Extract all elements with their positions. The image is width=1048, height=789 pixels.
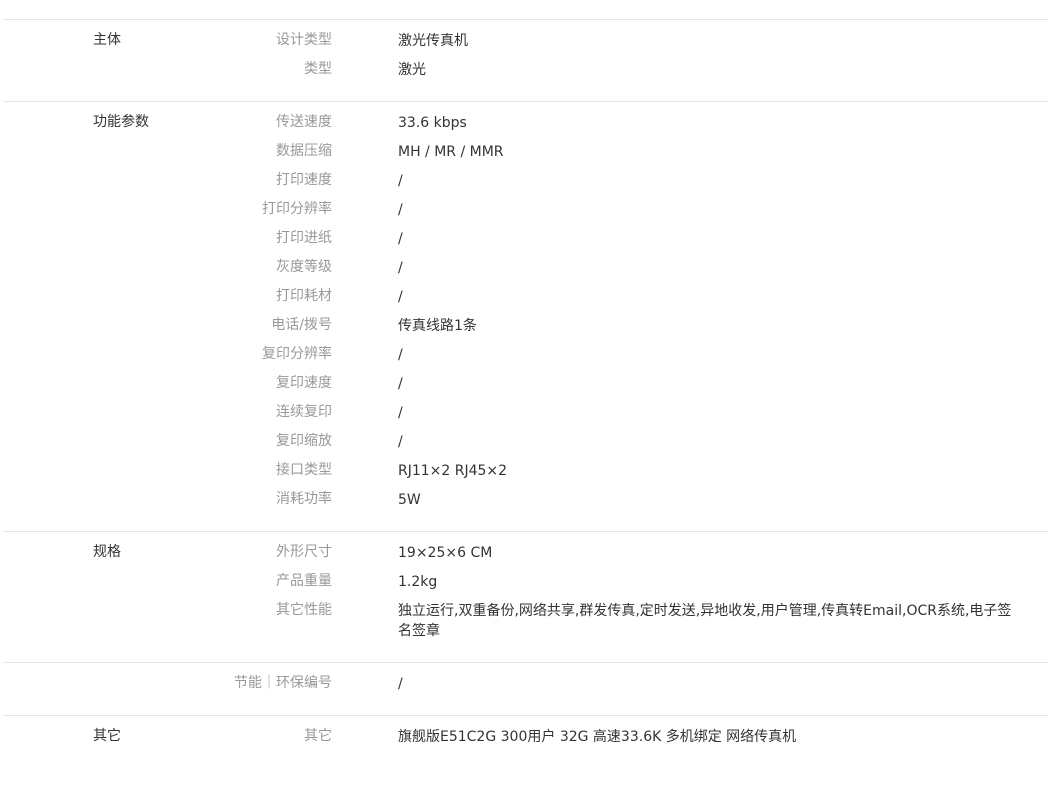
spec-row: 灰度等级 / [3,257,1048,286]
spec-row: 连续复印 / [3,402,1048,431]
spec-group: 规格 外形尺寸 19×25×6 CM 产品重量 1.2kg 其它性能 独立运行,双重备份,网… [3,532,1048,663]
spec-value: 激光 [398,62,426,78]
spec-label: 消耗功率 [276,491,332,507]
spec-label: 其它 [304,728,332,744]
spec-value: / [398,405,403,421]
spec-row: 复印速度 / [3,373,1048,402]
spec-label: 打印速度 [276,172,332,188]
spec-label: 节能｜环保编号 [234,675,332,691]
spec-label: 类型 [304,61,332,77]
spec-label: 电话/拨号 [271,317,332,333]
spec-row: 打印耗材 / [3,286,1048,315]
spec-table: 主体 设计类型 激光传真机 类型 激光 功能参数 传送速度 33.6 kbps 数据压缩 MH /… [0,20,1048,768]
spec-value: / [398,260,403,276]
spec-row: 其它 旗舰版E51C2G 300用户 32G 高速33.6K 多机绑定 网络传真机 [3,726,1048,755]
spec-row: 节能｜环保编号 / [3,673,1048,702]
spec-value: / [398,173,403,189]
spec-group: 其它 其它 旗舰版E51C2G 300用户 32G 高速33.6K 多机绑定 网络传… [3,716,1048,768]
spec-label: 打印耗材 [276,288,332,304]
spec-label: 复印缩放 [276,433,332,449]
spec-row: 其它性能 独立运行,双重备份,网络共享,群发传真,定时发送,异地收发,用户管理,传… [3,600,1048,649]
spec-value: 5W [398,492,421,508]
spec-row: 消耗功率 5W [3,489,1048,518]
spec-value: RJ11×2 RJ45×2 [398,463,508,479]
spec-row: 打印进纸 / [3,228,1048,257]
spec-value: / [398,231,403,247]
spec-value: / [398,676,403,692]
spec-row: 设计类型 激光传真机 [3,30,1048,59]
spec-row: 数据压缩 MH / MR / MMR [3,141,1048,170]
spec-value: / [398,202,403,218]
spec-value: / [398,347,403,363]
spec-row: 产品重量 1.2kg [3,571,1048,600]
spec-label: 外形尺寸 [276,544,332,560]
spec-label: 产品重量 [276,573,332,589]
spec-value: / [398,376,403,392]
spec-label: 灰度等级 [276,259,332,275]
spec-row: 复印分辨率 / [3,344,1048,373]
spec-label: 数据压缩 [276,143,332,159]
spec-group: 主体 设计类型 激光传真机 类型 激光 [3,20,1048,102]
spec-row: 外形尺寸 19×25×6 CM [3,542,1048,571]
spec-row: 电话/拨号 传真线路1条 [3,315,1048,344]
spec-label: 打印分辨率 [262,201,332,217]
spec-row: 打印分辨率 / [3,199,1048,228]
spec-value: 1.2kg [398,574,438,590]
spec-row: 打印速度 / [3,170,1048,199]
spec-group: 节能｜环保编号 / [3,663,1048,716]
spec-value: 独立运行,双重备份,网络共享,群发传真,定时发送,异地收发,用户管理,传真转Em… [398,603,1012,639]
spec-value: 33.6 kbps [398,115,467,131]
spec-value: 19×25×6 CM [398,545,493,561]
spec-value: MH / MR / MMR [398,144,504,160]
spec-label: 打印进纸 [276,230,332,246]
spec-value: 旗舰版E51C2G 300用户 32G 高速33.6K 多机绑定 网络传真机 [398,729,797,745]
spec-label: 传送速度 [276,114,332,130]
spec-row: 复印缩放 / [3,431,1048,460]
spec-row: 类型 激光 [3,59,1048,88]
spec-label: 设计类型 [276,32,332,48]
spec-label: 连续复印 [276,404,332,420]
spec-label: 复印分辨率 [262,346,332,362]
spec-value: / [398,289,403,305]
spec-group: 功能参数 传送速度 33.6 kbps 数据压缩 MH / MR / MMR 打印速度 / 打… [3,102,1048,532]
spec-value: 传真线路1条 [398,318,477,334]
spec-value: / [398,434,403,450]
spec-value: 激光传真机 [398,33,468,49]
spec-label: 接口类型 [276,462,332,478]
spec-label: 其它性能 [276,602,332,618]
spec-row: 接口类型 RJ11×2 RJ45×2 [3,460,1048,489]
spec-row: 传送速度 33.6 kbps [3,112,1048,141]
spec-label: 复印速度 [276,375,332,391]
